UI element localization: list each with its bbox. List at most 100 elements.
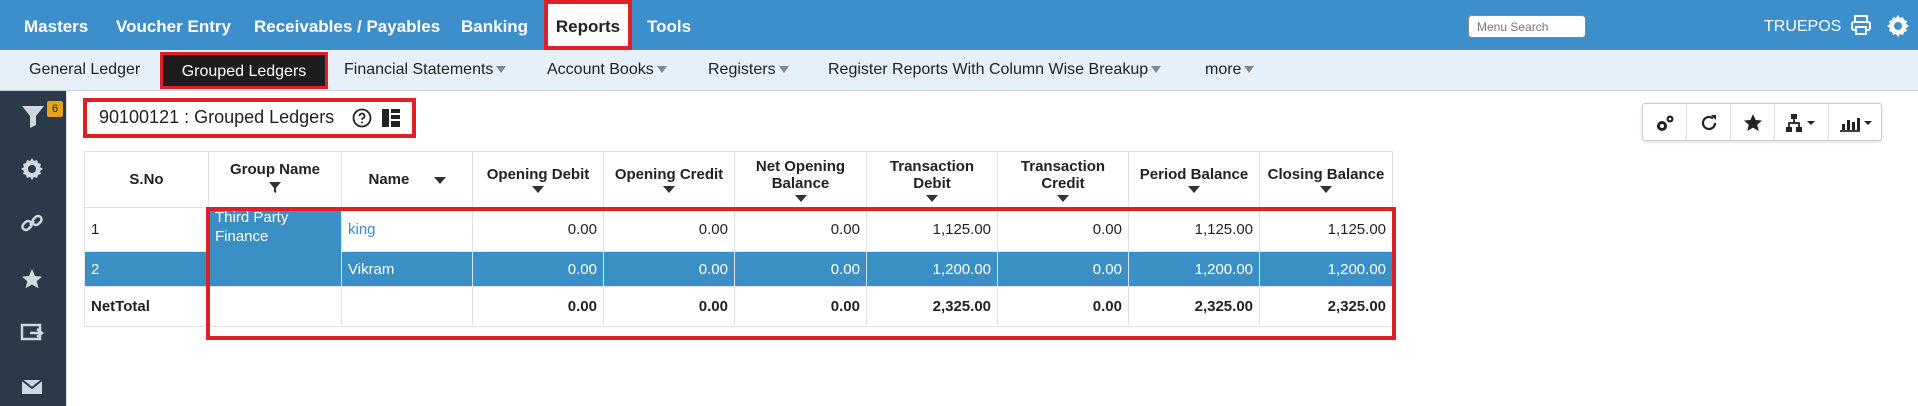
col-label: Opening Credit bbox=[614, 166, 724, 183]
subnav-general-ledger[interactable]: General Ledger bbox=[29, 50, 140, 91]
col-net-opening-balance[interactable]: Net Opening Balance bbox=[734, 151, 867, 208]
cell-empty bbox=[341, 286, 473, 327]
cell-transaction-debit: 1,125.00 bbox=[866, 207, 998, 252]
cell-opening-credit: 0.00 bbox=[603, 207, 735, 252]
filter-count-badge: 6 bbox=[47, 101, 63, 117]
report-toolbar bbox=[1642, 103, 1882, 141]
col-transaction-debit[interactable]: Transaction Debit bbox=[866, 151, 998, 208]
sort-caret-icon[interactable] bbox=[663, 186, 675, 193]
col-label: Opening Debit bbox=[486, 166, 590, 183]
col-transaction-credit[interactable]: Transaction Credit bbox=[997, 151, 1129, 208]
export-icon[interactable] bbox=[20, 321, 48, 349]
subnav-financial-statements[interactable]: Financial Statements bbox=[344, 50, 507, 91]
cell-total-opening-debit: 0.00 bbox=[472, 286, 604, 327]
nav-voucher-entry[interactable]: Voucher Entry bbox=[116, 0, 231, 50]
sort-caret-icon[interactable] bbox=[926, 194, 938, 202]
col-name[interactable]: Name bbox=[341, 151, 473, 208]
chevron-down-icon bbox=[1151, 66, 1162, 74]
cell-total-transaction-credit: 0.00 bbox=[997, 286, 1129, 327]
gear-icon[interactable] bbox=[20, 157, 48, 185]
cell-opening-credit: 0.00 bbox=[603, 251, 735, 287]
chevron-down-icon bbox=[656, 66, 667, 74]
cell-total-closing-balance: 2,325.00 bbox=[1259, 286, 1393, 327]
cell-empty bbox=[208, 286, 342, 327]
cell-sno: 1 bbox=[84, 207, 209, 252]
subnav-label: more bbox=[1205, 61, 1242, 78]
printer-icon[interactable] bbox=[1850, 14, 1872, 41]
left-sidebar bbox=[0, 91, 66, 406]
sub-navigation: General Ledger Grouped Ledgers Financial… bbox=[0, 50, 1918, 91]
sort-caret-icon[interactable] bbox=[794, 194, 807, 202]
sort-caret-icon[interactable] bbox=[433, 176, 446, 184]
cell-total-label: NetTotal bbox=[84, 286, 209, 327]
cell-group-name: Third Party Finance bbox=[208, 207, 342, 287]
subnav-account-books[interactable]: Account Books bbox=[547, 50, 667, 91]
subnav-label: Financial Statements bbox=[344, 61, 494, 78]
table-row[interactable]: 1 Third Party Finance king 0.00 0.00 0.0… bbox=[84, 207, 1393, 287]
refresh-icon[interactable] bbox=[1687, 104, 1731, 140]
top-navigation: Masters Voucher Entry Receivables / Paya… bbox=[0, 0, 1918, 50]
nav-reports[interactable]: Reports bbox=[544, 0, 632, 50]
nav-banking[interactable]: Banking bbox=[461, 0, 528, 50]
col-label: Net Opening Balance bbox=[755, 157, 846, 192]
chart-icon[interactable] bbox=[1829, 104, 1883, 140]
settings-cogs-icon[interactable] bbox=[1643, 104, 1687, 140]
menu-search-input[interactable] bbox=[1468, 15, 1586, 38]
sort-caret-icon[interactable] bbox=[1320, 186, 1332, 193]
star-icon[interactable] bbox=[1731, 104, 1775, 140]
nav-tools[interactable]: Tools bbox=[647, 0, 691, 50]
col-group-name[interactable]: Group Name bbox=[208, 151, 342, 208]
sort-caret-icon[interactable] bbox=[1188, 186, 1200, 193]
cell-total-period-balance: 2,325.00 bbox=[1128, 286, 1260, 327]
star-icon[interactable] bbox=[20, 267, 48, 295]
subnav-register-reports[interactable]: Register Reports With Column Wise Breaku… bbox=[828, 50, 1162, 91]
cell-total-net-opening-balance: 0.00 bbox=[734, 286, 867, 327]
subnav-label: Registers bbox=[708, 61, 776, 78]
cell-closing-balance: 1,125.00 bbox=[1259, 207, 1393, 252]
col-label: Period Balance bbox=[1139, 166, 1249, 183]
col-opening-debit[interactable]: Opening Debit bbox=[472, 151, 604, 208]
subnav-label: Account Books bbox=[547, 61, 654, 78]
cell-closing-balance: 1,200.00 bbox=[1259, 251, 1393, 287]
cell-period-balance: 1,200.00 bbox=[1128, 251, 1260, 287]
main-content: 90100121 : Grouped Ledgers S.No Group Na… bbox=[66, 91, 1918, 406]
gear-icon[interactable] bbox=[1886, 14, 1910, 43]
mail-icon[interactable] bbox=[20, 375, 48, 403]
cell-total-transaction-debit: 2,325.00 bbox=[866, 286, 998, 327]
cell-transaction-credit: 0.00 bbox=[997, 207, 1129, 252]
cell-opening-debit: 0.00 bbox=[472, 251, 604, 287]
sort-caret-icon[interactable] bbox=[532, 186, 544, 193]
col-label: Group Name bbox=[229, 161, 320, 178]
cell-name[interactable]: Vikram bbox=[341, 251, 473, 287]
column-layout-icon[interactable] bbox=[381, 108, 401, 133]
brand-label: TRUEPOS bbox=[1764, 18, 1842, 35]
col-closing-balance[interactable]: Closing Balance bbox=[1259, 151, 1393, 208]
cell-transaction-debit: 1,200.00 bbox=[866, 251, 998, 287]
nav-masters[interactable]: Masters bbox=[24, 0, 88, 50]
cell-name-link[interactable]: king bbox=[341, 207, 473, 252]
filter-icon[interactable] bbox=[213, 180, 337, 198]
subnav-label: Register Reports With Column Wise Breaku… bbox=[828, 61, 1149, 78]
cell-transaction-credit: 0.00 bbox=[997, 251, 1129, 287]
page-title-box: 90100121 : Grouped Ledgers bbox=[83, 98, 416, 138]
subnav-more[interactable]: more bbox=[1205, 50, 1255, 91]
col-label: Transaction Credit bbox=[1020, 157, 1106, 192]
chevron-down-icon bbox=[496, 66, 507, 74]
subnav-registers[interactable]: Registers bbox=[708, 50, 789, 91]
nav-receivables-payables[interactable]: Receivables / Payables bbox=[254, 0, 440, 50]
col-period-balance[interactable]: Period Balance bbox=[1128, 151, 1260, 208]
col-label: Transaction Debit bbox=[889, 157, 975, 192]
cell-net-opening-balance: 0.00 bbox=[734, 251, 867, 287]
hierarchy-icon[interactable] bbox=[1775, 104, 1829, 140]
help-icon[interactable] bbox=[352, 108, 372, 133]
link-icon[interactable] bbox=[20, 211, 48, 239]
col-label: Closing Balance bbox=[1267, 166, 1385, 183]
cell-total-opening-credit: 0.00 bbox=[603, 286, 735, 327]
col-opening-credit[interactable]: Opening Credit bbox=[603, 151, 735, 208]
col-sno[interactable]: S.No bbox=[84, 151, 209, 208]
subnav-grouped-ledgers[interactable]: Grouped Ledgers bbox=[160, 52, 328, 89]
col-label: Name bbox=[368, 171, 410, 188]
sort-caret-icon[interactable] bbox=[1057, 194, 1069, 202]
chevron-down-icon bbox=[778, 66, 789, 74]
filter-icon[interactable] bbox=[20, 103, 48, 131]
